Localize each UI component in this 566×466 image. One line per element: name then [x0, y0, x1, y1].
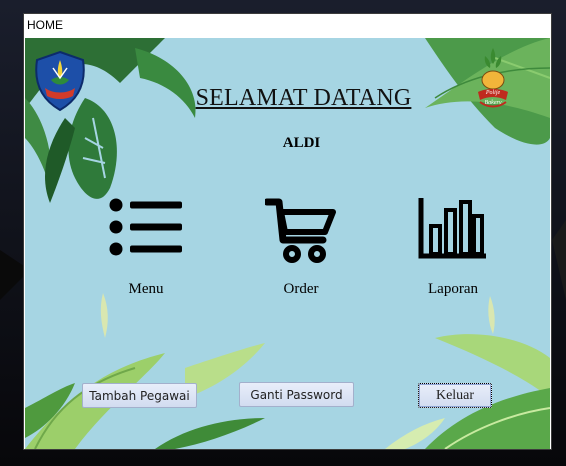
window-title: HOME — [24, 14, 551, 38]
report-tile[interactable]: Laporan — [398, 198, 508, 308]
list-icon — [109, 198, 182, 256]
username-label: ALDI — [282, 135, 321, 151]
welcome-heading: SELAMAT DATANG — [195, 85, 412, 111]
menu-tile[interactable]: Menu — [91, 198, 201, 308]
order-label: Order — [283, 281, 319, 297]
cart-icon — [265, 198, 336, 263]
order-tile[interactable]: Order — [246, 198, 356, 308]
home-panel: Polije Bakery SELAMAT DATANG ALDI Menu O… — [25, 38, 550, 449]
menu-label: Menu — [128, 281, 164, 297]
bar-chart-icon — [418, 198, 486, 259]
add-employee-button[interactable]: Tambah Pegawai — [82, 383, 197, 408]
logout-button[interactable]: Keluar — [418, 383, 492, 408]
change-password-button[interactable]: Ganti Password — [239, 382, 354, 407]
home-window: HOME Polije Bakery SELAMAT DATANG ALDI M… — [23, 13, 552, 450]
report-label: Laporan — [428, 281, 478, 297]
